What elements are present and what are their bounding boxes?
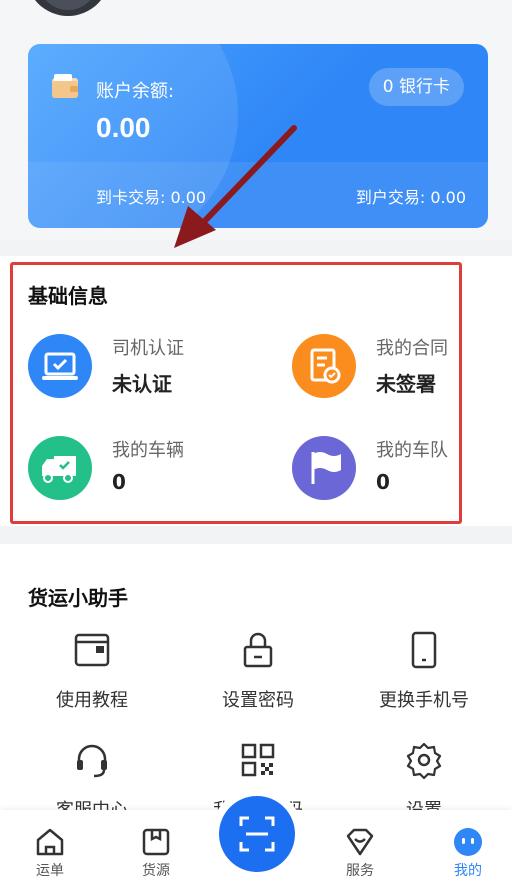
home-icon	[36, 828, 64, 856]
basic-info-title: 基础信息	[28, 284, 108, 308]
scan-icon	[239, 816, 275, 852]
tutorial-label: 使用教程	[56, 690, 128, 711]
fleet-label: 我的车队	[376, 440, 448, 461]
account-trade-amount[interactable]: 到户交易: 0.00	[356, 184, 466, 208]
tab-waybill[interactable]: 运单	[0, 810, 100, 884]
scan-button[interactable]	[219, 796, 295, 872]
qr-code-icon	[241, 743, 275, 777]
truck-icon	[28, 436, 92, 500]
card-trade-amount[interactable]: 到卡交易: 0.00	[96, 184, 206, 208]
change-phone-label: 更换手机号	[379, 690, 469, 711]
vehicle-count: 0	[112, 470, 126, 494]
tab-waybill-label: 运单	[36, 863, 64, 879]
package-icon	[142, 828, 170, 856]
lock-icon	[243, 632, 273, 668]
flag-icon	[292, 436, 356, 500]
vehicle-label: 我的车辆	[112, 440, 184, 461]
phone-icon	[411, 631, 437, 669]
bank-card-button[interactable]: 0 银行卡	[368, 68, 464, 106]
tutorial-book-icon	[74, 633, 110, 667]
balance-card: 账户余额: 0.00 0 银行卡 到卡交易: 0.00 到户交易: 0.00	[28, 44, 488, 228]
wallet-icon	[52, 74, 78, 98]
tab-cargo-source-label: 货源	[142, 863, 170, 879]
tab-mine[interactable]: 我的	[418, 810, 512, 884]
driver-certification-status: 未认证	[112, 372, 172, 396]
headset-icon	[77, 744, 107, 778]
contract-item[interactable]: 我的合同 未签署	[292, 334, 512, 414]
change-phone-button[interactable]: 更换手机号	[344, 630, 504, 720]
tab-service-label: 服务	[346, 863, 374, 879]
driver-certification-icon	[28, 334, 92, 398]
basic-info-section: 基础信息 司机认证 未认证 我的合同 未签署 我的车辆 0 我的车队 0	[0, 256, 512, 526]
contract-label: 我的合同	[376, 338, 448, 359]
tab-service[interactable]: 服务	[310, 810, 410, 884]
gear-icon	[406, 742, 442, 780]
driver-certification-label: 司机认证	[112, 338, 184, 359]
freight-helper-title: 货运小助手	[28, 586, 128, 610]
fleet-count: 0	[376, 470, 390, 494]
vehicle-item[interactable]: 我的车辆 0	[28, 436, 248, 516]
contract-icon	[292, 334, 356, 398]
set-password-button[interactable]: 设置密码	[178, 630, 338, 720]
tab-mine-label: 我的	[454, 863, 482, 879]
balance-value: 0.00	[96, 112, 151, 143]
freight-helper-section: 货运小助手 使用教程 设置密码 更换手机号 客服中心	[0, 544, 512, 821]
tutorial-button[interactable]: 使用教程	[12, 630, 172, 720]
profile-face-icon	[454, 828, 482, 856]
balance-label: 账户余额:	[96, 81, 175, 102]
contract-status: 未签署	[376, 372, 436, 396]
set-password-label: 设置密码	[222, 690, 294, 711]
service-bag-icon	[346, 828, 374, 856]
tab-cargo-source[interactable]: 货源	[106, 810, 206, 884]
fleet-item[interactable]: 我的车队 0	[292, 436, 512, 516]
driver-certification-item[interactable]: 司机认证 未认证	[28, 334, 248, 414]
